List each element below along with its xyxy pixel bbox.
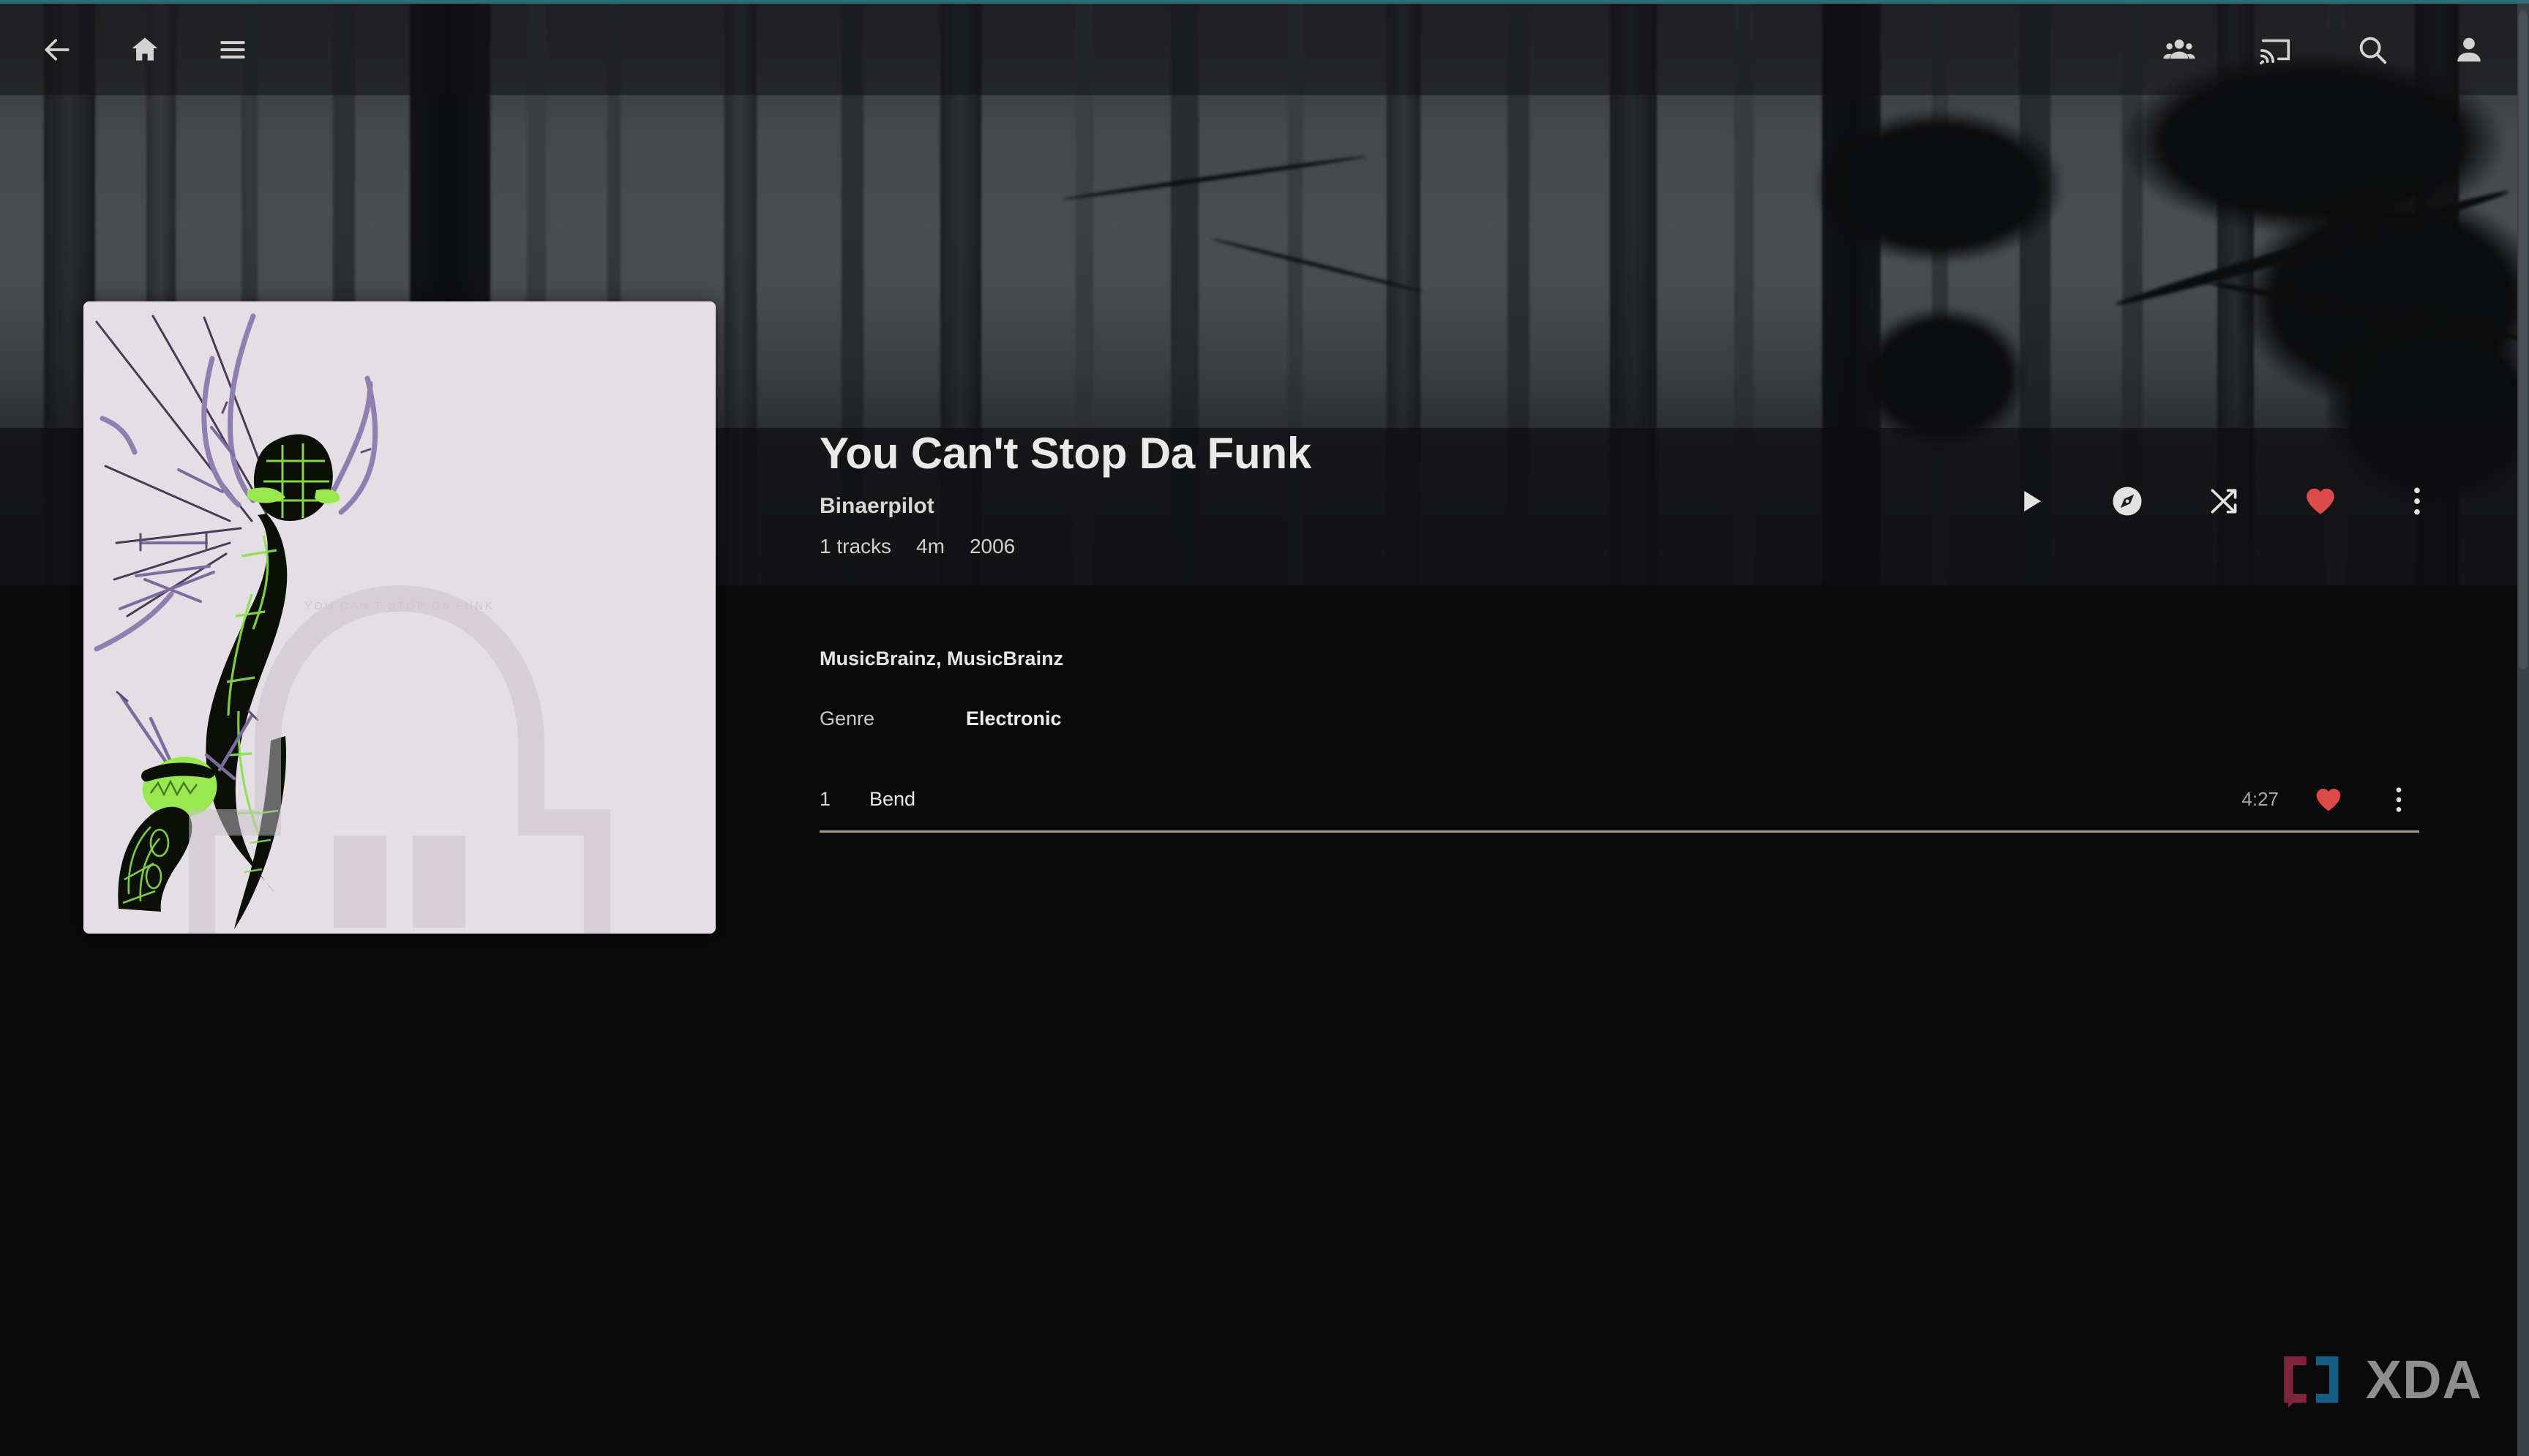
app-bar-right-actions xyxy=(2151,22,2529,78)
album-year: 2006 xyxy=(969,535,1016,558)
track-more-options-icon[interactable] xyxy=(2378,779,2419,820)
genre-label: Genre xyxy=(820,708,875,729)
xda-watermark: XDA xyxy=(2279,1348,2482,1411)
track-row-actions: 4:27 xyxy=(2241,779,2419,820)
album-detail-screen: YOU CAN'T STOP DA FUNK You Can't Stop Da… xyxy=(0,0,2529,1456)
art-watermark-glyph xyxy=(189,585,610,934)
album-action-bar xyxy=(2005,476,2443,527)
genre-value[interactable]: Electronic xyxy=(966,708,1062,730)
page-title: You Can't Stop Da Funk xyxy=(820,429,1312,478)
app-bar-left-actions xyxy=(0,22,261,78)
xda-bracket-logo xyxy=(2284,1356,2339,1408)
album-duration: 4m xyxy=(916,535,945,558)
shuffle-button[interactable] xyxy=(2198,476,2249,527)
scrollbar-thumb[interactable] xyxy=(2519,11,2528,669)
cast-icon[interactable] xyxy=(2248,22,2304,78)
explore-button[interactable] xyxy=(2102,476,2153,527)
track-index: 1 xyxy=(820,788,831,810)
album-header-info: You Can't Stop Da Funk Binaerpilot 1 tra… xyxy=(820,430,1311,558)
more-options-button[interactable] xyxy=(2391,476,2443,527)
play-button[interactable] xyxy=(2005,476,2056,527)
album-credits[interactable]: MusicBrainz, MusicBrainz xyxy=(820,648,1063,670)
track-favorite-icon[interactable] xyxy=(2308,779,2349,820)
table-row[interactable]: 1 Bend 4:27 xyxy=(820,768,2419,833)
album-cover-art[interactable]: YOU CAN'T STOP DA FUNK xyxy=(83,301,716,934)
users-icon[interactable] xyxy=(2151,22,2207,78)
track-count: 1 tracks xyxy=(820,535,892,558)
search-icon[interactable] xyxy=(2345,22,2400,78)
back-icon[interactable] xyxy=(29,22,85,78)
art-watermark-text: YOU CAN'T STOP DA FUNK xyxy=(304,600,495,612)
accent-top-line xyxy=(0,0,2529,4)
genre-row: Genre Electronic xyxy=(820,708,1062,730)
home-icon[interactable] xyxy=(117,22,173,78)
app-bar xyxy=(0,4,2529,95)
account-icon[interactable] xyxy=(2441,22,2497,78)
track-duration: 4:27 xyxy=(2241,788,2279,810)
track-title: Bend xyxy=(869,788,916,810)
menu-icon[interactable] xyxy=(205,22,261,78)
album-metadata: 1 tracks 4m 2006 xyxy=(820,535,1311,558)
track-list: 1 Bend 4:27 xyxy=(820,768,2419,833)
album-artist[interactable]: Binaerpilot xyxy=(820,494,1311,519)
scrollbar-track[interactable] xyxy=(2517,4,2529,1456)
xda-watermark-text: XDA xyxy=(2365,1349,2482,1410)
favorite-button[interactable] xyxy=(2295,476,2346,527)
